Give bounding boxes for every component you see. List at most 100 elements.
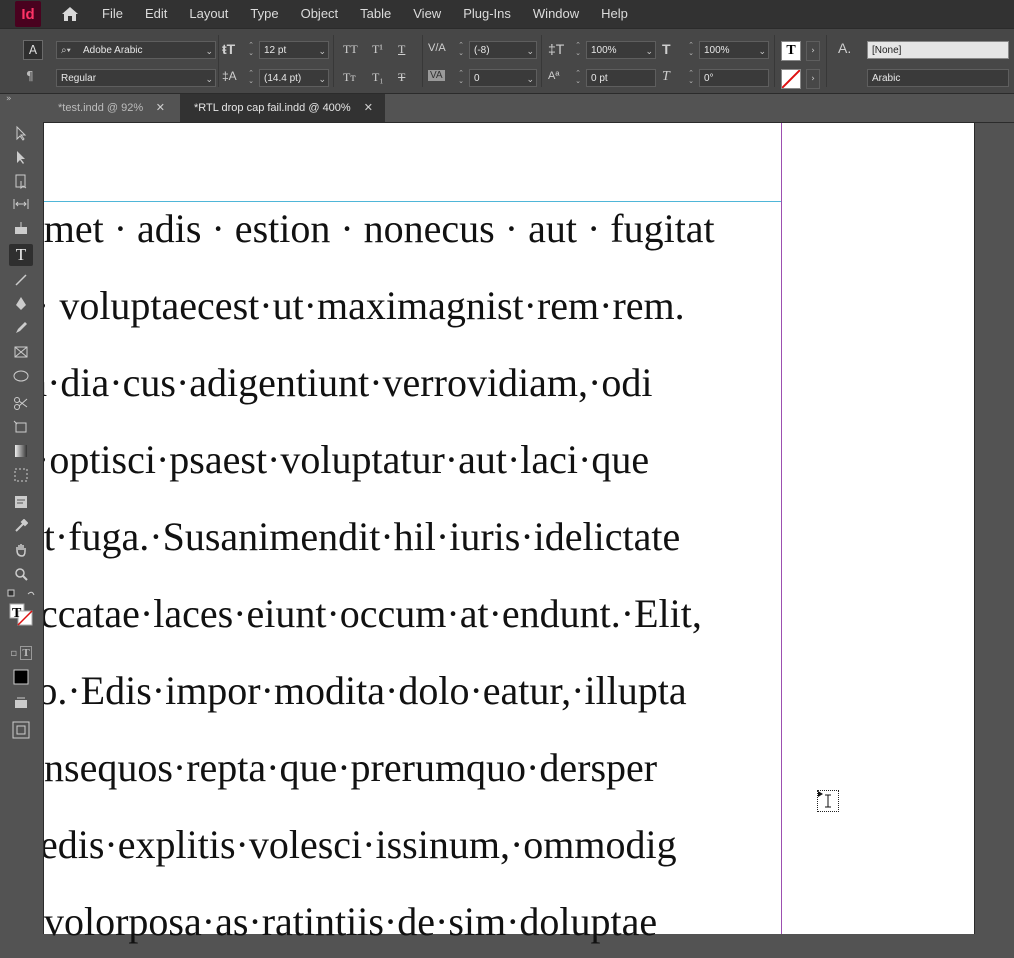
scissors-tool-icon[interactable]: [9, 392, 33, 414]
text-line-content: amet · adis · estion · nonecus · aut · f…: [44, 206, 715, 251]
text-line[interactable]: ro.·Edis·impor·modita·dolo·eatur,·illupt…: [44, 667, 824, 727]
text-line[interactable]: · voluptaecest·ut·maximagnist·rem·rem.: [44, 282, 824, 342]
menu-file[interactable]: File: [91, 0, 134, 28]
kerning-field[interactable]: (-8) ⌄: [469, 41, 537, 59]
text-line[interactable]: at·fuga.·Susanimendit·hil·iuris·idelicta…: [44, 513, 824, 573]
vertical-scale-field[interactable]: 100% ⌄: [586, 41, 656, 59]
horizontal-scale-icon: T: [662, 41, 671, 57]
tab-test-indd[interactable]: *test.indd @ 92% ✕: [44, 94, 177, 122]
horizontal-scale-value: 100%: [704, 45, 730, 56]
gradient-tool-icon[interactable]: [9, 440, 33, 462]
eyedropper-tool-icon[interactable]: [9, 515, 33, 537]
gradient-feather-tool-icon[interactable]: [9, 464, 33, 486]
leading-stepper[interactable]: ⌃ ⌄: [246, 69, 256, 87]
close-icon[interactable]: ✕: [156, 94, 165, 122]
home-icon[interactable]: [59, 3, 81, 25]
tracking-stepper[interactable]: ⌃ ⌄: [456, 69, 466, 87]
character-mode-button[interactable]: A: [23, 40, 43, 60]
pasteboard-edge: [974, 123, 1014, 934]
font-style-field[interactable]: Regular ⌄: [56, 69, 216, 87]
text-line-content: ro.·Edis·impor·modita·dolo·eatur,·illupt…: [44, 668, 687, 713]
leading-field[interactable]: (14.4 pt) ⌄: [259, 69, 329, 87]
stroke-color-swatch[interactable]: [781, 69, 801, 89]
rectangle-frame-tool-icon[interactable]: [9, 341, 33, 363]
menu-layout[interactable]: Layout: [178, 0, 239, 28]
line-tool-icon[interactable]: [9, 269, 33, 291]
font-size-stepper[interactable]: ⌃ ⌄: [246, 41, 256, 59]
tab-rtl-drop-cap[interactable]: *RTL drop cap fail.indd @ 400% ✕: [180, 94, 385, 122]
text-line[interactable]: ·optisci·psaest·voluptatur·aut·laci·que: [44, 436, 824, 496]
text-line-content: at·fuga.·Susanimendit·hil·iuris·idelicta…: [44, 514, 681, 559]
pen-tool-icon[interactable]: [9, 293, 33, 315]
apply-color-icon[interactable]: [9, 666, 33, 688]
page-tool-icon[interactable]: [9, 170, 33, 192]
menu-help[interactable]: Help: [590, 0, 639, 28]
text-line-content: occatae·laces·eiunt·occum·at·endunt.·Eli…: [44, 591, 702, 636]
paragraph-mode-button[interactable]: ¶: [26, 69, 34, 83]
text-line[interactable]: onsequos·repta·que·prerumquo·dersper: [44, 744, 824, 804]
screen-mode-icon[interactable]: [9, 719, 33, 741]
note-tool-icon[interactable]: [9, 491, 33, 513]
zoom-tool-icon[interactable]: [9, 563, 33, 585]
menu-view[interactable]: View: [402, 0, 452, 28]
text-line[interactable]: amet · adis · estion · nonecus · aut · f…: [44, 205, 824, 265]
baseline-shift-value: 0 pt: [591, 73, 608, 84]
text-line-content: · voluptaecest·ut·maximagnist·rem·rem.: [44, 283, 685, 328]
fill-stroke-swatch[interactable]: T: [4, 588, 38, 626]
font-family-field[interactable]: ⌕▾ Adobe Arabic ⌄: [56, 41, 216, 59]
baseline-shift-stepper[interactable]: ⌃ ⌄: [573, 69, 583, 87]
horizontal-scale-field[interactable]: 100% ⌄: [699, 41, 769, 59]
text-line[interactable]: occatae·laces·eiunt·occum·at·endunt.·Eli…: [44, 590, 824, 650]
skew-value: 0°: [704, 73, 714, 84]
menu-object[interactable]: Object: [290, 0, 350, 28]
horizontal-scale-stepper[interactable]: ⌃ ⌄: [686, 41, 696, 59]
font-search-icon: ⌕▾: [61, 45, 71, 56]
small-caps-button[interactable]: Tт: [343, 70, 356, 85]
menu-window[interactable]: Window: [522, 0, 590, 28]
tracking-field[interactable]: 0 ⌄: [469, 69, 537, 87]
fill-color-menu-button[interactable]: ›: [806, 41, 820, 61]
formatting-container-icon[interactable]: ▫ T: [4, 642, 38, 664]
preview-mode-icon[interactable]: [9, 692, 33, 714]
direct-selection-tool-icon[interactable]: [9, 146, 33, 168]
menu-edit[interactable]: Edit: [134, 0, 178, 28]
menu-table[interactable]: Table: [349, 0, 402, 28]
text-line[interactable]: volorposa·as·ratintiis·de·sim·doluptae: [44, 898, 824, 958]
subscript-button[interactable]: T₁: [372, 70, 384, 85]
font-size-field[interactable]: 12 pt ⌄: [259, 41, 329, 59]
strikethrough-button[interactable]: T: [398, 70, 405, 85]
text-line[interactable]: m·dia·cus·adigentiunt·verrovidiam,·odi: [44, 359, 824, 419]
language-field[interactable]: Arabic: [867, 69, 1009, 87]
menu-type[interactable]: Type: [239, 0, 289, 28]
ellipse-tool-icon[interactable]: [9, 365, 33, 387]
underline-button[interactable]: T: [398, 42, 405, 57]
hand-tool-icon[interactable]: [9, 539, 33, 561]
free-transform-tool-icon[interactable]: [9, 416, 33, 438]
baseline-shift-field[interactable]: 0 pt: [586, 69, 656, 87]
close-icon[interactable]: ✕: [364, 94, 373, 122]
type-tool-icon[interactable]: T: [9, 244, 33, 266]
superscript-button[interactable]: T¹: [372, 42, 383, 57]
text-line[interactable]: edis·explitis·volesci·issinum,·ommodig: [44, 821, 824, 881]
content-collector-tool-icon[interactable]: [9, 217, 33, 239]
all-caps-button[interactable]: TT: [343, 42, 358, 57]
pencil-tool-icon[interactable]: [9, 317, 33, 339]
stroke-color-menu-button[interactable]: ›: [806, 69, 820, 89]
text-line-content: m·dia·cus·adigentiunt·verrovidiam,·odi: [44, 360, 653, 405]
selection-tool-icon[interactable]: [9, 122, 33, 144]
document-canvas[interactable]: amet · adis · estion · nonecus · aut · f…: [44, 123, 1014, 944]
vertical-scale-stepper[interactable]: ⌃ ⌄: [573, 41, 583, 59]
fill-color-swatch[interactable]: T: [781, 41, 801, 61]
gap-tool-icon[interactable]: [9, 193, 33, 215]
panel-collapse-icon[interactable]: »: [6, 94, 12, 104]
skew-field[interactable]: 0°: [699, 69, 769, 87]
control-panel: A ¶ ⌕▾ Adobe Arabic ⌄ Regular ⌄ ŧT ⌃ ⌄ 12…: [0, 28, 1014, 94]
kerning-stepper[interactable]: ⌃ ⌄: [456, 41, 466, 59]
menu-plug-ins[interactable]: Plug-Ins: [452, 0, 522, 28]
character-style-field[interactable]: [None]: [867, 41, 1009, 59]
kerning-value: (-8): [474, 45, 490, 56]
chevron-down-icon: ⌄: [318, 46, 326, 56]
tab-label: *RTL drop cap fail.indd @ 400%: [194, 102, 351, 114]
leading-value: (14.4 pt): [264, 73, 302, 84]
skew-stepper[interactable]: ⌃ ⌄: [686, 69, 696, 87]
